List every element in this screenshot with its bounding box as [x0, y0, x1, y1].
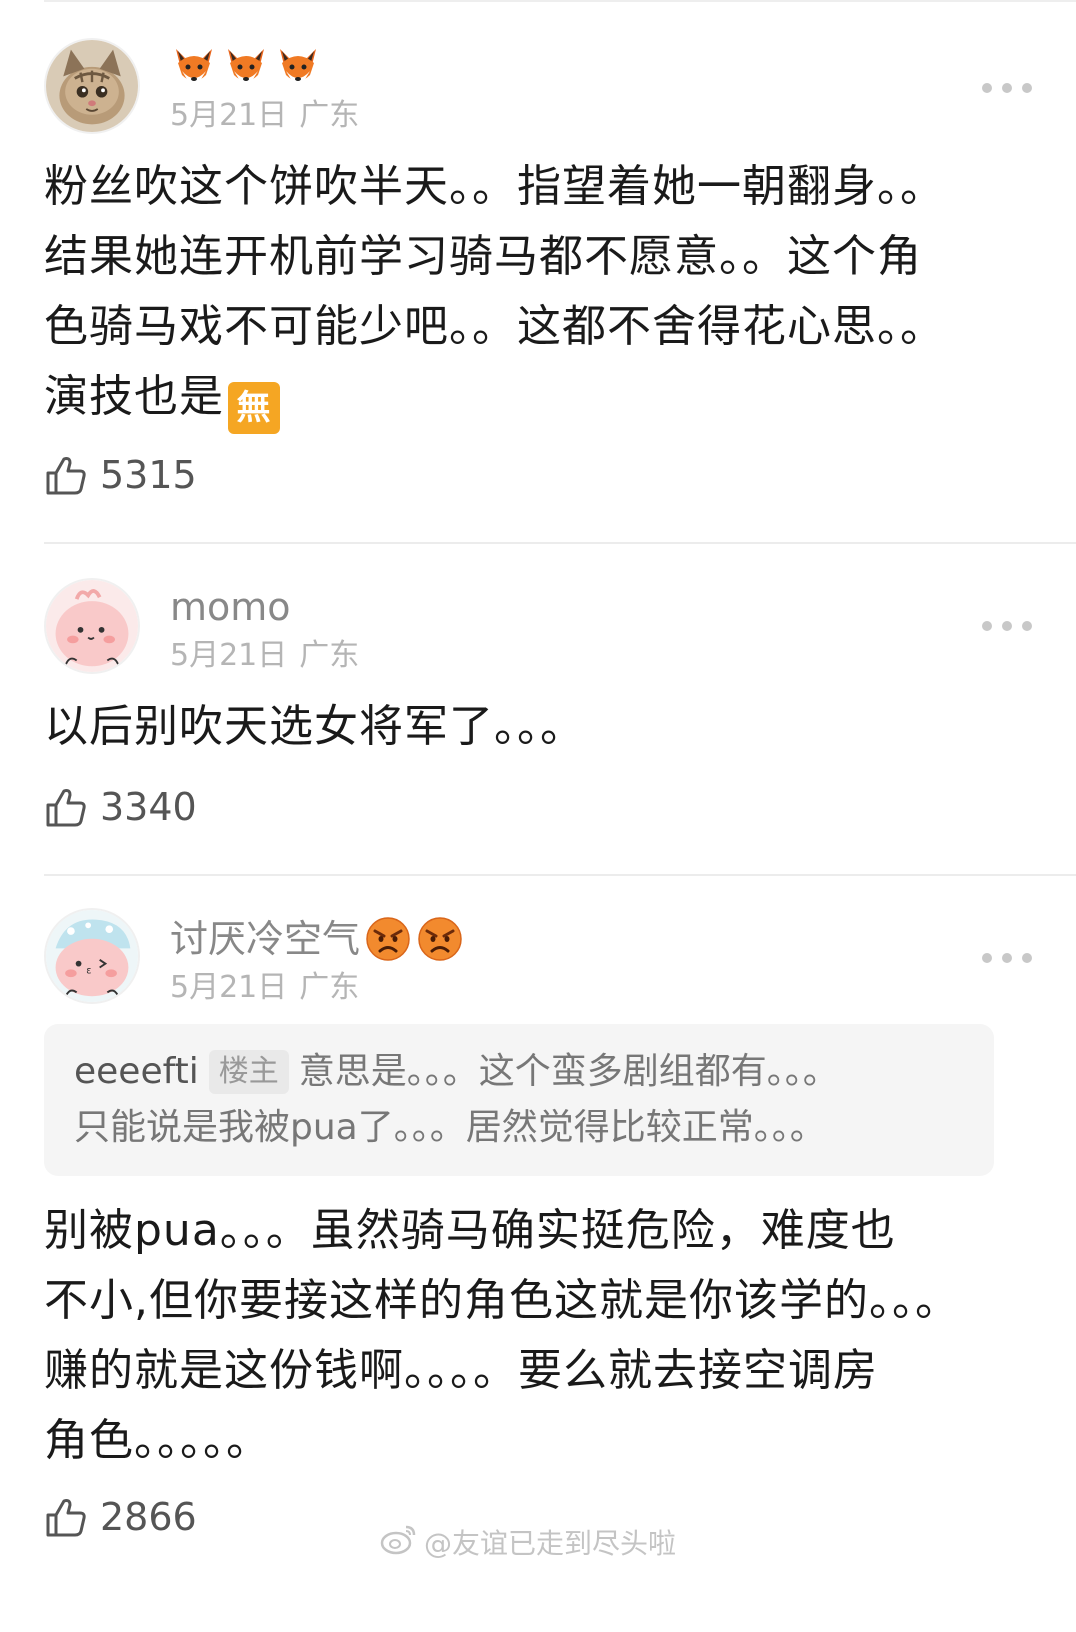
- like-count: 2866: [100, 1495, 197, 1539]
- fox-emoji-icon: [274, 41, 322, 89]
- comment-text: 别被pua。。。虽然骑马确实挺危险，难度也 不小,但你要接这样的角色这就是你该学…: [44, 1196, 1044, 1476]
- more-icon[interactable]: [982, 76, 1032, 100]
- quote-line: 只能说是我被pua了。。。居然觉得比较正常。。。: [74, 1107, 826, 1148]
- username[interactable]: 讨厌冷空气: [170, 914, 360, 964]
- watermark-text: @友谊已走到尽头啦: [424, 1527, 677, 1560]
- comment-location: 广东: [299, 970, 360, 1005]
- like-button[interactable]: 5315: [44, 450, 197, 500]
- username-row[interactable]: 讨厌冷空气: [170, 914, 468, 964]
- comment-text: 粉丝吹这个饼吹半天。。指望着她一朝翻身。。 结果她连开机前学习骑马都不愿意。。这…: [44, 152, 1044, 434]
- comment-divider: [44, 874, 1076, 876]
- comment-line: 别被pua。。。虽然骑马确实挺危险，难度也: [44, 1205, 896, 1256]
- avatar-pink-blob-blue[interactable]: ε: [44, 908, 140, 1004]
- quote-author[interactable]: eeeefti: [74, 1051, 199, 1092]
- username-row[interactable]: momo: [170, 582, 291, 632]
- comment-line: 以后别吹天选女将军了。。。: [44, 701, 585, 752]
- weibo-logo-icon: [380, 1523, 424, 1562]
- like-button[interactable]: 3340: [44, 782, 197, 832]
- comment-text: 以后别吹天选女将军了。。。: [44, 692, 1044, 762]
- thumbs-up-icon: [44, 785, 88, 829]
- quoted-reply[interactable]: eeeefti 楼主 意思是。。。这个蛮多剧组都有。。。 只能说是我被pua了。。。…: [44, 1024, 994, 1176]
- svg-text:ε: ε: [86, 965, 91, 976]
- comment-page: 5月21日 广东 粉丝吹这个饼吹半天。。指望着她一朝翻身。。 结果她连开机前学习骑…: [0, 0, 1076, 1632]
- angry-emoji-icon: [364, 915, 412, 963]
- thumbs-up-icon: [44, 453, 88, 497]
- comment-line: 演技也是: [44, 371, 224, 422]
- avatar-cat[interactable]: [44, 38, 140, 134]
- avatar-pink-blob[interactable]: [44, 578, 140, 674]
- username[interactable]: momo: [170, 582, 291, 632]
- comment-line: 结果她连开机前学习骑马都不愿意。。这个角: [44, 231, 922, 282]
- like-count: 5315: [100, 453, 197, 497]
- comment-divider: [44, 542, 1076, 544]
- fox-emoji-icon: [170, 41, 218, 89]
- angry-emoji-icon: [416, 915, 464, 963]
- more-icon[interactable]: [982, 946, 1032, 970]
- watermark: @友谊已走到尽头啦: [380, 1522, 676, 1562]
- comment-date: 5月21日: [170, 970, 288, 1005]
- comment-date: 5月21日: [170, 98, 288, 133]
- quote-line: 意思是。。。这个蛮多剧组都有。。。: [298, 1051, 839, 1092]
- comment-line: 角色。。。。。: [44, 1415, 271, 1466]
- host-badge: 楼主: [208, 1050, 289, 1094]
- comment-line: 不小,但你要接这样的角色这就是你该学的。。。: [44, 1275, 960, 1326]
- comment-line: 赚的就是这份钱啊。。。。要么就去接空调房: [44, 1345, 878, 1396]
- like-count: 3340: [100, 785, 197, 829]
- comment-line: 色骑马戏不可能少吧。。这都不舍得花心思。。: [44, 301, 945, 352]
- comment-meta: 5月21日 广东: [170, 968, 359, 1008]
- top-divider: [44, 0, 1076, 2]
- username-row[interactable]: [170, 40, 326, 90]
- comment-meta: 5月21日 广东: [170, 636, 359, 676]
- comment-location: 广东: [299, 638, 360, 673]
- more-icon[interactable]: [982, 614, 1032, 638]
- comment-line: 粉丝吹这个饼吹半天。。指望着她一朝翻身。。: [44, 161, 945, 212]
- comment-meta: 5月21日 广东: [170, 96, 359, 136]
- like-button[interactable]: 2866: [44, 1492, 197, 1542]
- wu-emoji-badge: 無: [228, 382, 280, 434]
- fox-emoji-icon: [222, 41, 270, 89]
- thumbs-up-icon: [44, 1495, 88, 1539]
- comment-location: 广东: [299, 98, 360, 133]
- comment-date: 5月21日: [170, 638, 288, 673]
